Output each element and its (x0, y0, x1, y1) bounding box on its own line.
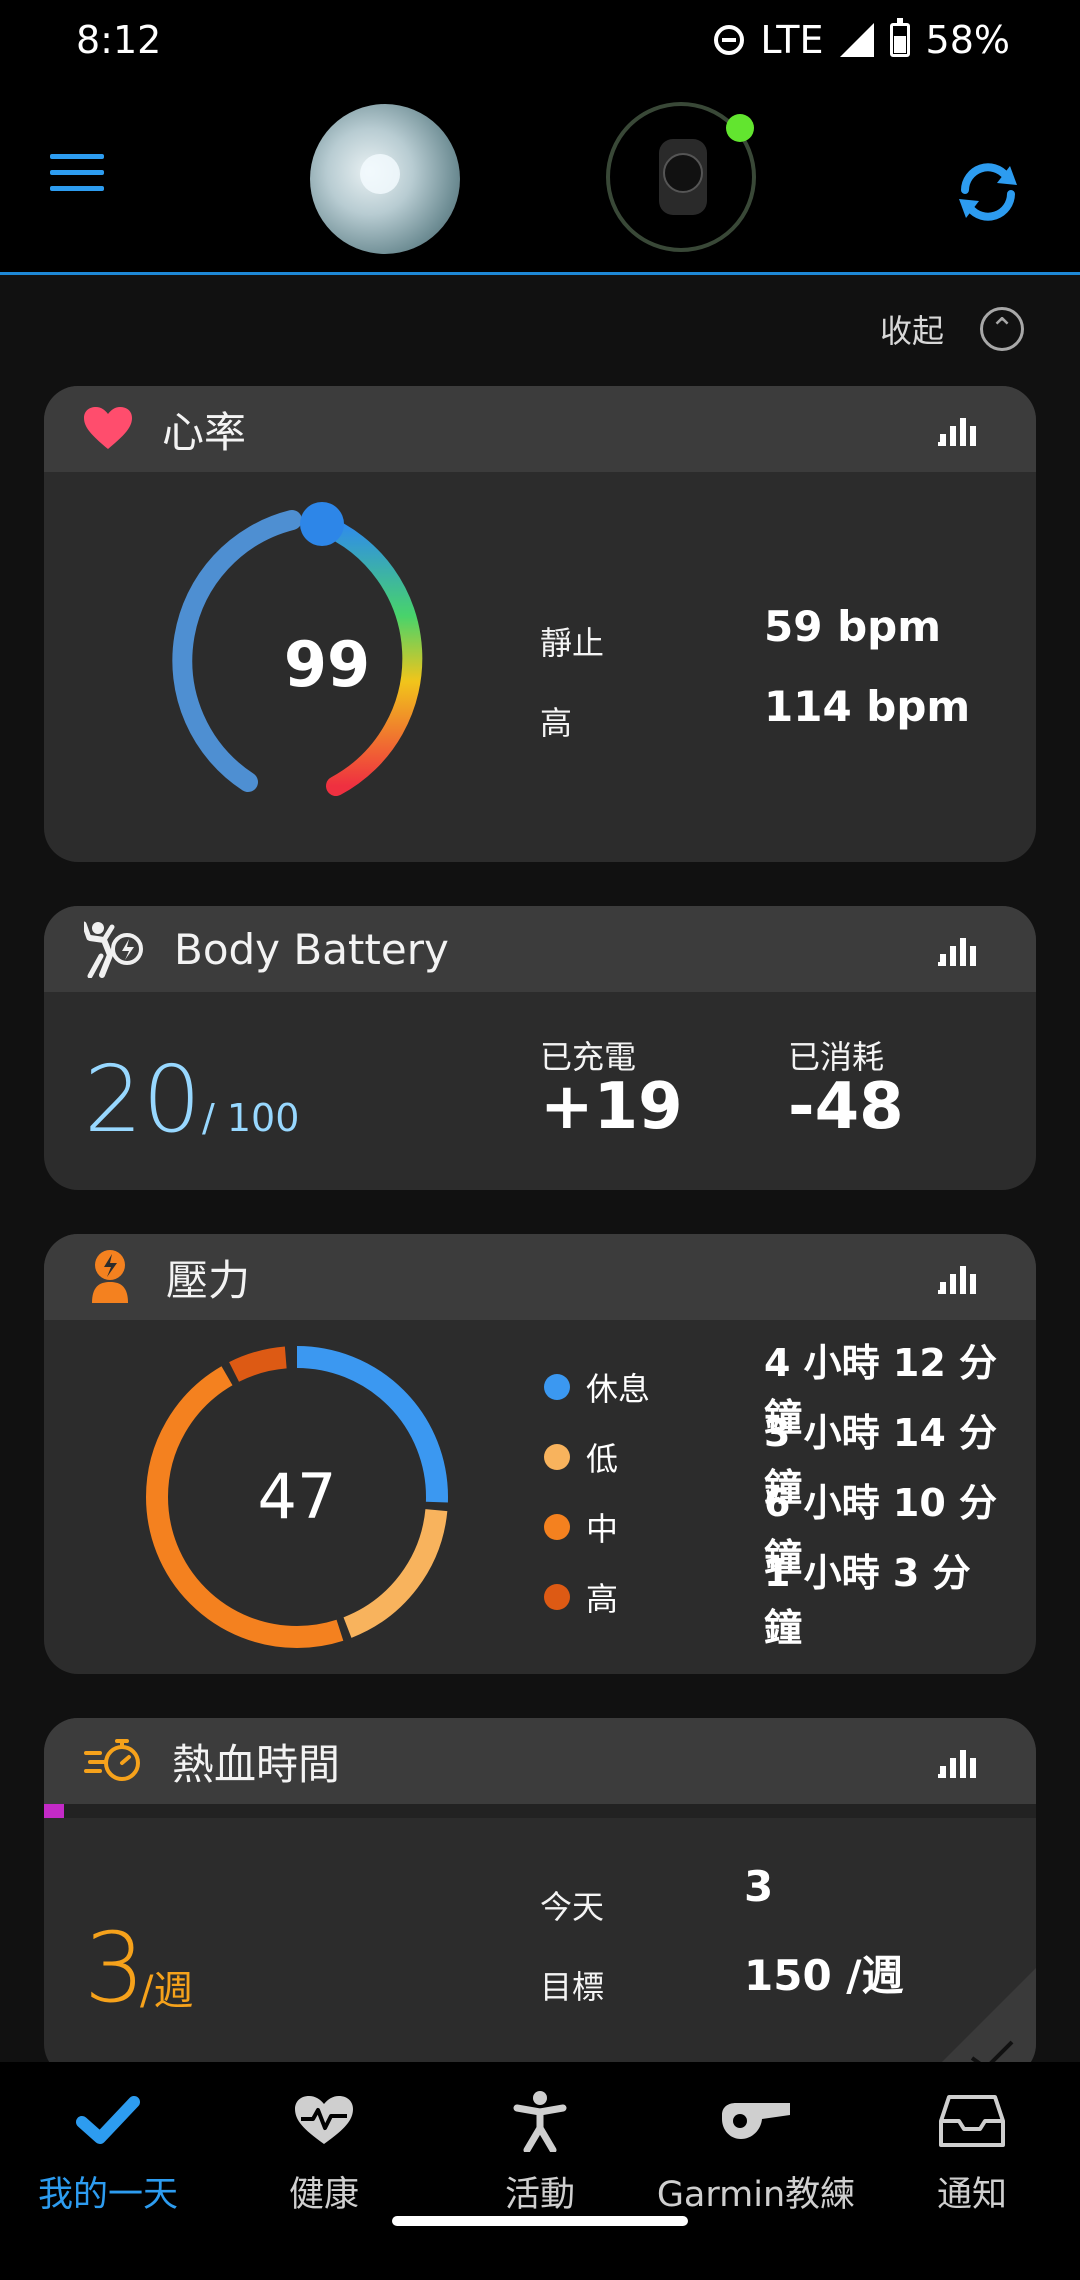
battery-icon (889, 18, 910, 57)
intensity-header: 熱血時間 (44, 1718, 1036, 1804)
intensity-progress-track (44, 1804, 1036, 1818)
stress-body: 47 休息 4 小時 12 分鐘 低 3 小時 14 分鐘 中 6 小時 10 … (44, 1320, 1036, 1674)
nav-notifications[interactable]: 通知 (864, 2086, 1080, 2217)
rest-color-dot (544, 1374, 570, 1400)
high-label: 高 (540, 704, 573, 742)
do-not-disturb-icon (714, 25, 745, 55)
bar-chart-icon[interactable] (938, 1260, 980, 1294)
nav-garmin-coach-label: Garmin教練 (656, 2175, 856, 2215)
heart-rate-card[interactable]: 心率 99 靜止 59 bpm 高 114 bpm (44, 386, 1036, 862)
status-time: 8:12 (76, 18, 162, 62)
today-value: 3 (744, 1862, 774, 1911)
network-label: LTE (760, 18, 824, 62)
low-label: 低 (586, 1440, 619, 1478)
drained-value: -48 (788, 1070, 904, 1144)
high-value: 114 bpm (764, 682, 971, 731)
intensity-minutes-card[interactable]: 熱血時間 3 /週 今天 3 目標 150 /週 (44, 1718, 1036, 2078)
stress-icon (92, 1250, 128, 1303)
nav-notifications-label: 通知 (936, 2175, 1007, 2215)
heart-rate-title: 心率 (162, 407, 247, 457)
watch-icon (659, 139, 707, 215)
app-header (0, 84, 1080, 275)
stress-title: 壓力 (166, 1255, 251, 1305)
nav-health-label: 健康 (288, 2175, 359, 2215)
sync-icon[interactable] (950, 154, 1026, 230)
body-battery-value: 20 (84, 1046, 202, 1153)
status-icons: LTE 58% (714, 18, 1010, 62)
status-bar: 8:12 LTE 58% (0, 0, 1080, 84)
heart-icon (84, 407, 132, 449)
rest-label: 休息 (586, 1370, 651, 1408)
intensity-unit: /週 (140, 1968, 194, 2014)
menu-icon[interactable] (50, 154, 104, 194)
high-stress-label: 高 (586, 1580, 619, 1618)
signal-icon (839, 23, 874, 57)
avatar[interactable] (310, 104, 460, 254)
intensity-value: 3 (84, 1912, 146, 2024)
heart-pulse-icon (295, 2096, 353, 2144)
nav-garmin-coach[interactable]: Garmin教練 (648, 2086, 864, 2217)
goal-value: 150 /週 (744, 1951, 904, 2000)
body-battery-icon (84, 921, 143, 978)
whistle-icon (722, 2103, 790, 2139)
nav-activity-label: 活動 (504, 2175, 575, 2215)
body-battery-header: Body Battery (44, 906, 1036, 992)
stress-card[interactable]: 壓力 47 休息 4 小時 12 分鐘 低 3 小時 14 分鐘 中 6 小時 … (44, 1234, 1036, 1674)
battery-percent: 58% (925, 18, 1010, 62)
resting-label: 靜止 (540, 624, 605, 662)
nav-health[interactable]: 健康 (216, 2086, 432, 2217)
heart-rate-body: 99 靜止 59 bpm 高 114 bpm (44, 472, 1036, 862)
high-stress-value: 1 小時 3 分鐘 (764, 1551, 971, 1650)
intensity-body: 3 /週 今天 3 目標 150 /週 (44, 1804, 1036, 2078)
low-color-dot (544, 1444, 570, 1470)
medium-label: 中 (586, 1510, 619, 1548)
stress-breakdown: 休息 4 小時 12 分鐘 低 3 小時 14 分鐘 中 6 小時 10 分鐘 … (544, 1341, 1004, 1650)
nav-activity[interactable]: 活動 (432, 2086, 648, 2217)
body-battery-card[interactable]: Body Battery 20 / 100 已充電 +19 已消耗 -48 (44, 906, 1036, 1190)
check-icon (76, 2096, 140, 2144)
chevron-up-icon: ⌃ (980, 307, 1025, 351)
bar-chart-icon[interactable] (938, 932, 980, 966)
home-indicator[interactable] (392, 2216, 688, 2226)
connected-status-dot (726, 114, 754, 142)
collapse-label: 收起 (880, 312, 945, 350)
stopwatch-icon (84, 1739, 140, 1781)
intensity-title: 熱血時間 (172, 1739, 341, 1789)
medium-color-dot (544, 1514, 570, 1540)
stress-current: 47 (257, 1460, 337, 1533)
bottom-navigation: 我的一天 健康 活動 Garmin教練 通知 (0, 2062, 1080, 2280)
device-status[interactable] (606, 102, 756, 252)
nav-my-day-label: 我的一天 (37, 2175, 178, 2215)
bar-chart-icon[interactable] (938, 412, 980, 446)
heart-rate-header: 心率 (44, 386, 1036, 472)
body-battery-title: Body Battery (174, 924, 449, 974)
collapse-control[interactable]: 收起 ⌃ (880, 306, 1025, 352)
today-label: 今天 (540, 1888, 605, 1926)
body-battery-body: 20 / 100 已充電 +19 已消耗 -48 (44, 992, 1036, 1190)
stress-header: 壓力 (44, 1234, 1036, 1320)
intensity-progress-fill (44, 1804, 64, 1818)
stress-row-high: 高 1 小時 3 分鐘 (544, 1551, 1004, 1650)
nav-my-day[interactable]: 我的一天 (0, 2086, 216, 2217)
goal-label: 目標 (540, 1968, 605, 2006)
body-battery-max: / 100 (202, 1096, 300, 1140)
resting-value: 59 bpm (764, 602, 941, 651)
person-icon (513, 2091, 567, 2152)
heart-rate-current: 99 (283, 628, 371, 701)
charged-value: +19 (540, 1070, 683, 1144)
inbox-icon (939, 2095, 1005, 2147)
bar-chart-icon[interactable] (938, 1744, 980, 1778)
high-color-dot (544, 1584, 570, 1610)
